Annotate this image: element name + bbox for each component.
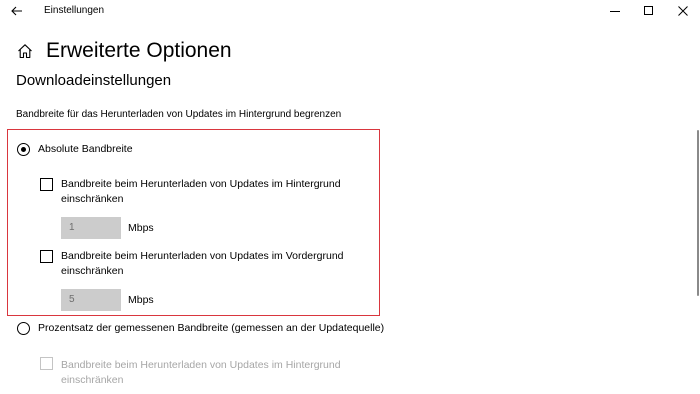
- home-icon[interactable]: [16, 42, 34, 60]
- page-title: Erweiterte Optionen: [46, 39, 232, 62]
- maximize-icon: [644, 6, 653, 15]
- page-header: Erweiterte Optionen: [16, 38, 232, 64]
- back-button[interactable]: [6, 2, 28, 20]
- percentage-background-limit-label: Bandbreite beim Herunterladen von Update…: [61, 358, 371, 388]
- absolute-bandwidth-radio[interactable]: [17, 143, 30, 156]
- background-limit-checkbox[interactable]: [40, 178, 53, 191]
- close-button[interactable]: [666, 0, 700, 22]
- background-limit-label-line1: Bandbreite beim Herunterladen von Update…: [61, 178, 341, 190]
- percentage-background-limit-label-line1: Bandbreite beim Herunterladen von Update…: [61, 359, 341, 371]
- background-limit-label-line2: einschränken: [61, 193, 124, 205]
- title-bar: Einstellungen: [0, 0, 700, 24]
- absolute-bandwidth-label[interactable]: Absolute Bandbreite: [38, 143, 133, 156]
- foreground-limit-label-line1: Bandbreite beim Herunterladen von Update…: [61, 250, 344, 262]
- maximize-button[interactable]: [632, 0, 666, 22]
- foreground-mbps-unit: Mbps: [128, 294, 154, 306]
- percentage-background-limit-checkbox: [40, 357, 53, 370]
- percentage-bandwidth-label[interactable]: Prozentsatz der gemessenen Bandbreite (g…: [38, 322, 384, 335]
- settings-window: Einstellungen Erweiterte Optionen Downlo…: [0, 0, 700, 394]
- foreground-limit-checkbox[interactable]: [40, 250, 53, 263]
- section-title: Downloadeinstellungen: [16, 72, 172, 89]
- foreground-mbps-input[interactable]: 5: [61, 289, 121, 311]
- app-title: Einstellungen: [44, 5, 105, 16]
- background-mbps-unit: Mbps: [128, 222, 154, 234]
- foreground-limit-label[interactable]: Bandbreite beim Herunterladen von Update…: [61, 249, 371, 279]
- percentage-bandwidth-radio[interactable]: [17, 322, 30, 335]
- minimize-icon: [610, 11, 620, 12]
- background-mbps-input[interactable]: 1: [61, 217, 121, 239]
- window-controls: [598, 0, 700, 22]
- percentage-background-limit-label-line2: einschränken: [61, 374, 124, 386]
- background-limit-label[interactable]: Bandbreite beim Herunterladen von Update…: [61, 177, 371, 207]
- scrollbar-thumb[interactable]: [697, 130, 699, 296]
- foreground-limit-label-line2: einschränken: [61, 265, 124, 277]
- minimize-button[interactable]: [598, 0, 632, 22]
- back-arrow-icon: [11, 6, 22, 16]
- section-description: Bandbreite für das Herunterladen von Upd…: [16, 109, 342, 120]
- close-icon: [678, 6, 688, 16]
